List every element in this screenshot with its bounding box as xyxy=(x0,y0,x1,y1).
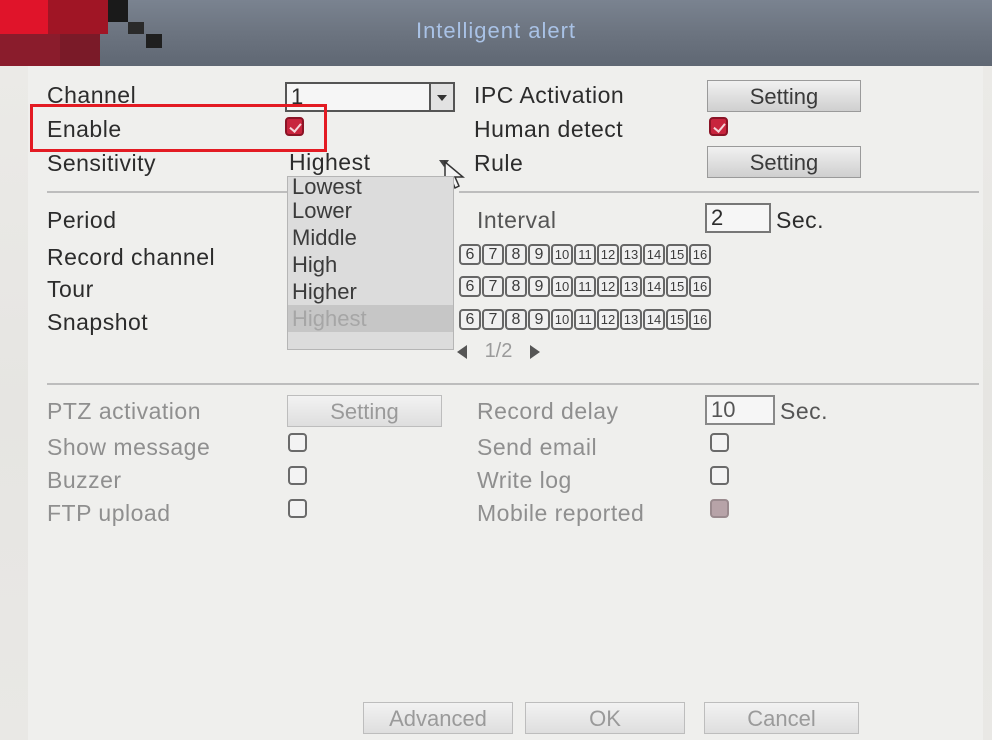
record-channel-toggle[interactable]: 8 xyxy=(505,244,527,265)
tour-channel-grid: 6 7 8 9 10 11 12 13 14 15 16 xyxy=(459,276,711,297)
enable-checkbox[interactable] xyxy=(285,117,304,136)
ftp-upload-checkbox[interactable] xyxy=(288,499,307,518)
write-log-label: Write log xyxy=(477,467,572,493)
show-message-label: Show message xyxy=(47,434,211,460)
triangle-left-icon[interactable] xyxy=(455,344,469,360)
buzzer-label: Buzzer xyxy=(47,467,122,493)
record-delay-label: Record delay xyxy=(477,398,619,424)
snapshot-channel-toggle[interactable]: 14 xyxy=(643,309,665,330)
tour-channel-toggle[interactable]: 6 xyxy=(459,276,481,297)
record-channel-toggle[interactable]: 9 xyxy=(528,244,550,265)
human-detect-checkbox[interactable] xyxy=(709,117,728,136)
cancel-button[interactable]: Cancel xyxy=(704,702,859,734)
snapshot-channel-toggle[interactable]: 12 xyxy=(597,309,619,330)
advanced-button[interactable]: Advanced xyxy=(363,702,513,734)
write-log-checkbox[interactable] xyxy=(710,466,729,485)
channel-pager: 1/2 xyxy=(455,340,542,363)
snapshot-channel-toggle[interactable]: 6 xyxy=(459,309,481,330)
snapshot-label: Snapshot xyxy=(47,309,149,335)
period-label: Period xyxy=(47,207,117,233)
record-channel-grid: 6 7 8 9 10 11 12 13 14 15 16 xyxy=(459,244,711,265)
ptz-activation-label: PTZ activation xyxy=(47,398,201,424)
record-channel-toggle[interactable]: 6 xyxy=(459,244,481,265)
window-title: Intelligent alert xyxy=(415,18,577,43)
record-channel-toggle[interactable]: 16 xyxy=(689,244,711,265)
sensitivity-select-value: Highest xyxy=(289,149,371,175)
tour-channel-toggle[interactable]: 16 xyxy=(689,276,711,297)
pager-text: 1/2 xyxy=(484,340,513,362)
rule-setting-button[interactable]: Setting xyxy=(707,146,861,178)
record-delay-unit: Sec. xyxy=(780,398,829,424)
sensitivity-option[interactable]: Higher xyxy=(288,278,453,305)
title-bar: Intelligent alert xyxy=(0,0,992,66)
record-channel-toggle[interactable]: 15 xyxy=(666,244,688,265)
mobile-reported-label: Mobile reported xyxy=(477,500,645,526)
tour-channel-toggle[interactable]: 14 xyxy=(643,276,665,297)
record-channel-toggle[interactable]: 13 xyxy=(620,244,642,265)
divider-lower xyxy=(47,383,979,385)
ipc-activation-label: IPC Activation xyxy=(474,82,625,108)
ipc-activation-setting-button[interactable]: Setting xyxy=(707,80,861,112)
divider-right xyxy=(459,191,979,193)
ftp-upload-label: FTP upload xyxy=(47,500,171,526)
rule-label: Rule xyxy=(474,150,524,176)
send-email-checkbox[interactable] xyxy=(710,433,729,452)
show-message-checkbox[interactable] xyxy=(288,433,307,452)
ptz-activation-setting-button[interactable]: Setting xyxy=(287,395,442,427)
record-channel-toggle[interactable]: 14 xyxy=(643,244,665,265)
mobile-reported-checkbox[interactable] xyxy=(710,499,729,518)
snapshot-channel-toggle[interactable]: 8 xyxy=(505,309,527,330)
record-channel-label: Record channel xyxy=(47,244,216,270)
sensitivity-dropdown[interactable]: Lowest Lower Middle High Higher Highest xyxy=(287,176,454,350)
buzzer-checkbox[interactable] xyxy=(288,466,307,485)
tour-channel-toggle[interactable]: 10 xyxy=(551,276,573,297)
ok-button[interactable]: OK xyxy=(525,702,685,734)
record-channel-toggle[interactable]: 7 xyxy=(482,244,504,265)
send-email-label: Send email xyxy=(477,434,598,460)
sensitivity-label: Sensitivity xyxy=(47,150,157,176)
tour-channel-toggle[interactable]: 15 xyxy=(666,276,688,297)
tour-channel-toggle[interactable]: 7 xyxy=(482,276,504,297)
chevron-down-icon[interactable] xyxy=(429,84,453,110)
snapshot-channel-toggle[interactable]: 13 xyxy=(620,309,642,330)
record-channel-toggle[interactable]: 12 xyxy=(597,244,619,265)
record-delay-input[interactable]: 10 xyxy=(705,395,775,425)
snapshot-channel-toggle[interactable]: 15 xyxy=(666,309,688,330)
sensitivity-option[interactable]: High xyxy=(288,251,453,278)
sensitivity-option[interactable]: Middle xyxy=(288,224,453,251)
tour-channel-toggle[interactable]: 11 xyxy=(574,276,596,297)
tour-channel-toggle[interactable]: 8 xyxy=(505,276,527,297)
snapshot-channel-toggle[interactable]: 16 xyxy=(689,309,711,330)
snapshot-channel-grid: 6 7 8 9 10 11 12 13 14 15 16 xyxy=(459,309,711,330)
tour-channel-toggle[interactable]: 13 xyxy=(620,276,642,297)
snapshot-channel-toggle[interactable]: 9 xyxy=(528,309,550,330)
interval-unit: Sec. xyxy=(776,207,825,233)
human-detect-label: Human detect xyxy=(474,116,624,142)
tour-channel-toggle[interactable]: 12 xyxy=(597,276,619,297)
interval-label: Interval xyxy=(477,207,557,233)
sensitivity-option-selected[interactable]: Highest xyxy=(288,305,453,332)
sensitivity-option[interactable]: Lowest xyxy=(288,176,453,198)
triangle-right-icon[interactable] xyxy=(528,344,542,360)
sensitivity-option[interactable]: Lower xyxy=(288,197,453,224)
record-channel-toggle[interactable]: 10 xyxy=(551,244,573,265)
snapshot-channel-toggle[interactable]: 10 xyxy=(551,309,573,330)
tour-label: Tour xyxy=(47,276,94,302)
dvr-screen: Intelligent alert Channel 1 IPC Activati… xyxy=(0,0,992,740)
divider-left xyxy=(47,191,287,193)
snapshot-channel-toggle[interactable]: 7 xyxy=(482,309,504,330)
record-channel-toggle[interactable]: 11 xyxy=(574,244,596,265)
tour-channel-toggle[interactable]: 9 xyxy=(528,276,550,297)
enable-label: Enable xyxy=(47,116,122,142)
interval-input[interactable]: 2 xyxy=(705,203,771,233)
sensitivity-select[interactable]: Highest xyxy=(287,149,459,177)
snapshot-channel-toggle[interactable]: 11 xyxy=(574,309,596,330)
